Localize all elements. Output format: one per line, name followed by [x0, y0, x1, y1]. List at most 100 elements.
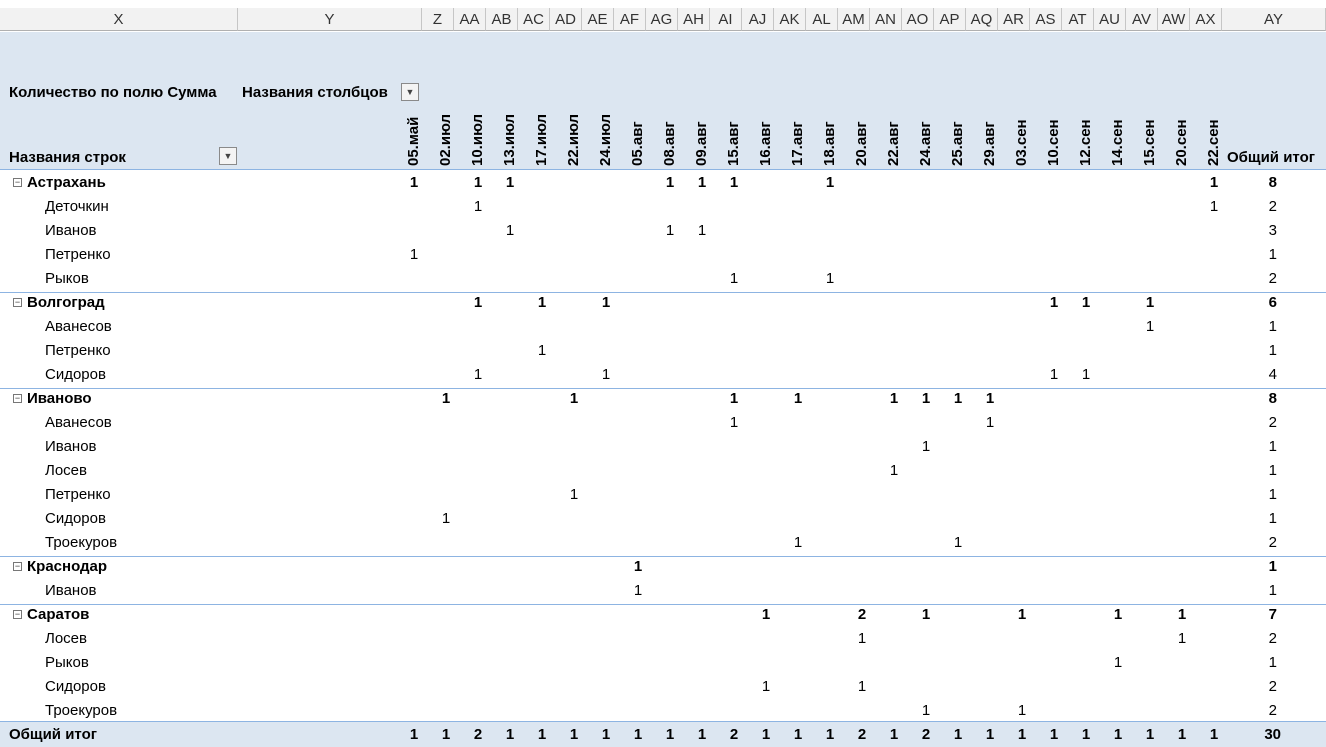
value-cell[interactable]: 1 — [1204, 198, 1224, 215]
collapse-icon[interactable]: − — [13, 178, 22, 187]
value-cell[interactable]: 1 — [532, 342, 552, 359]
grand-total-cell[interactable]: 1 — [692, 726, 712, 743]
grand-total-cell[interactable]: 1 — [1172, 726, 1192, 743]
grand-total-cell[interactable]: 1 — [948, 726, 968, 743]
grand-total-cell[interactable]: 1 — [820, 726, 840, 743]
row-total-cell[interactable]: 8 — [1237, 174, 1277, 191]
grand-total-cell[interactable]: 1 — [628, 726, 648, 743]
row-total-cell[interactable]: 3 — [1237, 222, 1277, 239]
grand-total-cell[interactable]: 1 — [660, 726, 680, 743]
row-total-cell[interactable]: 7 — [1237, 606, 1277, 623]
value-cell[interactable]: 1 — [660, 174, 680, 191]
collapse-icon[interactable]: − — [13, 394, 22, 403]
grand-total-cell[interactable]: 2 — [468, 726, 488, 743]
column-header-af[interactable]: AF — [614, 8, 646, 31]
row-total-cell[interactable]: 1 — [1237, 582, 1277, 599]
value-cell[interactable]: 1 — [500, 222, 520, 239]
grand-total-value[interactable]: 30 — [1241, 726, 1281, 743]
row-total-cell[interactable]: 1 — [1237, 558, 1277, 575]
value-cell[interactable]: 1 — [404, 174, 424, 191]
value-cell[interactable]: 1 — [1172, 630, 1192, 647]
value-cell[interactable]: 1 — [1140, 294, 1160, 311]
value-cell[interactable]: 1 — [1044, 366, 1064, 383]
column-header-ai[interactable]: AI — [710, 8, 742, 31]
value-cell[interactable]: 1 — [628, 558, 648, 575]
value-cell[interactable]: 1 — [916, 606, 936, 623]
value-cell[interactable]: 1 — [1076, 294, 1096, 311]
value-cell[interactable]: 1 — [820, 270, 840, 287]
value-cell[interactable]: 1 — [404, 246, 424, 263]
grand-total-cell[interactable]: 1 — [788, 726, 808, 743]
row-total-cell[interactable]: 2 — [1237, 678, 1277, 695]
column-header-ak[interactable]: AK — [774, 8, 806, 31]
column-header-am[interactable]: AM — [838, 8, 870, 31]
collapse-icon[interactable]: − — [13, 562, 22, 571]
collapse-icon[interactable]: − — [13, 610, 22, 619]
row-total-cell[interactable]: 1 — [1237, 462, 1277, 479]
column-header-ab[interactable]: AB — [486, 8, 518, 31]
value-cell[interactable]: 1 — [500, 174, 520, 191]
value-cell[interactable]: 1 — [1012, 606, 1032, 623]
row-total-cell[interactable]: 2 — [1237, 534, 1277, 551]
column-header-ah[interactable]: AH — [678, 8, 710, 31]
value-cell[interactable]: 1 — [628, 582, 648, 599]
column-header-au[interactable]: AU — [1094, 8, 1126, 31]
value-cell[interactable]: 1 — [660, 222, 680, 239]
value-cell[interactable]: 1 — [1172, 606, 1192, 623]
column-header-ac[interactable]: AC — [518, 8, 550, 31]
grand-total-cell[interactable]: 1 — [884, 726, 904, 743]
row-total-cell[interactable]: 2 — [1237, 270, 1277, 287]
row-total-cell[interactable]: 1 — [1237, 318, 1277, 335]
value-cell[interactable]: 1 — [724, 270, 744, 287]
row-total-cell[interactable]: 8 — [1237, 390, 1277, 407]
value-cell[interactable]: 1 — [1076, 366, 1096, 383]
value-cell[interactable]: 1 — [820, 174, 840, 191]
column-header-ax[interactable]: AX — [1190, 8, 1222, 31]
row-total-cell[interactable]: 2 — [1237, 630, 1277, 647]
grand-total-cell[interactable]: 2 — [916, 726, 936, 743]
value-cell[interactable]: 1 — [532, 294, 552, 311]
value-cell[interactable]: 1 — [756, 678, 776, 695]
columns-filter-dropdown[interactable]: ▼ — [401, 83, 419, 101]
value-cell[interactable]: 1 — [468, 198, 488, 215]
value-cell[interactable]: 1 — [564, 390, 584, 407]
value-cell[interactable]: 1 — [724, 390, 744, 407]
value-cell[interactable]: 1 — [756, 606, 776, 623]
grand-total-cell[interactable]: 1 — [596, 726, 616, 743]
rows-filter-dropdown[interactable]: ▼ — [219, 147, 237, 165]
value-cell[interactable]: 1 — [724, 174, 744, 191]
row-total-cell[interactable]: 2 — [1237, 198, 1277, 215]
column-header-aw[interactable]: AW — [1158, 8, 1190, 31]
value-cell[interactable]: 1 — [916, 390, 936, 407]
grand-total-cell[interactable]: 1 — [1044, 726, 1064, 743]
value-cell[interactable]: 1 — [724, 414, 744, 431]
row-total-cell[interactable]: 2 — [1237, 414, 1277, 431]
grand-total-cell[interactable]: 1 — [1012, 726, 1032, 743]
column-header-x[interactable]: X — [0, 8, 238, 31]
value-cell[interactable]: 2 — [852, 606, 872, 623]
value-cell[interactable]: 1 — [468, 366, 488, 383]
value-cell[interactable]: 1 — [564, 486, 584, 503]
column-header-as[interactable]: AS — [1030, 8, 1062, 31]
value-cell[interactable]: 1 — [948, 390, 968, 407]
grand-total-cell[interactable]: 1 — [500, 726, 520, 743]
value-cell[interactable]: 1 — [468, 174, 488, 191]
row-total-cell[interactable]: 1 — [1237, 246, 1277, 263]
column-header-ar[interactable]: AR — [998, 8, 1030, 31]
value-cell[interactable]: 1 — [916, 702, 936, 719]
column-header-ay[interactable]: AY — [1222, 8, 1326, 31]
row-total-cell[interactable]: 1 — [1237, 438, 1277, 455]
column-header-aa[interactable]: AA — [454, 8, 486, 31]
value-cell[interactable]: 1 — [596, 294, 616, 311]
row-total-cell[interactable]: 6 — [1237, 294, 1277, 311]
grand-total-cell[interactable]: 1 — [1108, 726, 1128, 743]
value-cell[interactable]: 1 — [1012, 702, 1032, 719]
column-header-an[interactable]: AN — [870, 8, 902, 31]
collapse-icon[interactable]: − — [13, 298, 22, 307]
row-total-cell[interactable]: 1 — [1237, 486, 1277, 503]
column-header-z[interactable]: Z — [422, 8, 454, 31]
column-header-ae[interactable]: AE — [582, 8, 614, 31]
value-cell[interactable]: 1 — [468, 294, 488, 311]
value-cell[interactable]: 1 — [692, 222, 712, 239]
value-cell[interactable]: 1 — [596, 366, 616, 383]
